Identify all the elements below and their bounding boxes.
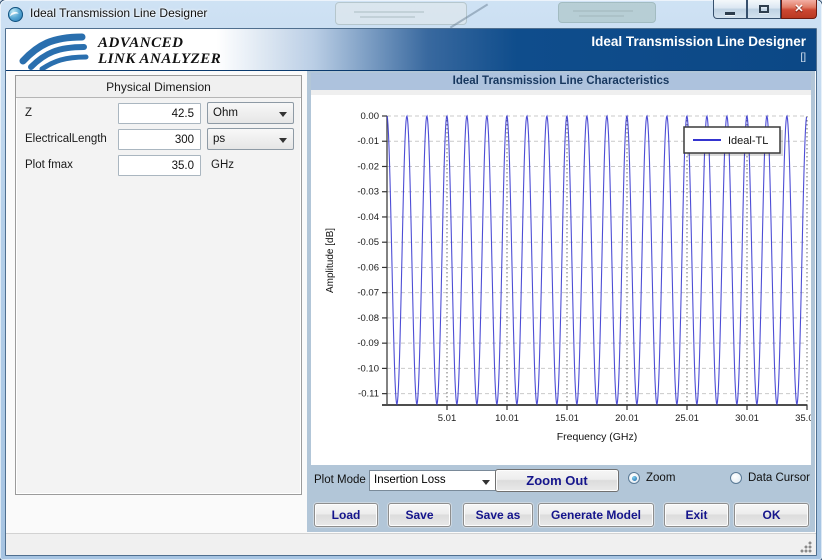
electrical-length-unit-value: ps xyxy=(213,133,225,145)
y-tick-label: -0.06 xyxy=(357,262,379,273)
load-button[interactable]: Load xyxy=(314,503,378,527)
plot-mode-combobox[interactable]: Insertion Loss xyxy=(369,470,497,491)
brand-name: ADVANCED LINK ANALYZER xyxy=(98,35,221,67)
wave-logo-icon xyxy=(18,32,90,70)
plot-mode-row: Plot Mode Insertion Loss Zoom Out Zoom D… xyxy=(307,469,815,495)
brand-line1: ADVANCED xyxy=(98,35,221,51)
y-tick-label: -0.01 xyxy=(357,136,379,147)
chart-panel: Ideal Transmission Line Characteristics … xyxy=(307,71,815,532)
y-tick-label: -0.07 xyxy=(357,288,379,299)
actions-row: Load Save Save as Generate Model Exit OK xyxy=(307,503,815,529)
minimize-button[interactable] xyxy=(713,0,747,19)
param-row-electrical-length: ElectricalLength ps xyxy=(16,129,301,153)
background-bleed-shape xyxy=(335,2,467,25)
data-cursor-radio[interactable]: Data Cursor xyxy=(730,472,810,484)
x-tick-label: 5.01 xyxy=(438,413,457,424)
z-label: Z xyxy=(25,107,32,119)
status-bar xyxy=(6,533,816,556)
groupbox-caption: Physical Dimension xyxy=(16,76,301,98)
z-input[interactable] xyxy=(118,103,201,124)
y-tick-label: -0.05 xyxy=(357,237,379,248)
minimize-icon xyxy=(725,12,735,15)
radio-icon[interactable] xyxy=(628,472,640,484)
chevron-down-icon xyxy=(279,112,287,117)
generate-model-button[interactable]: Generate Model xyxy=(538,503,654,527)
plot-mode-label: Plot Mode xyxy=(314,474,366,486)
exit-button[interactable]: Exit xyxy=(664,503,729,527)
plot-fmax-unit-label: GHz xyxy=(211,159,234,171)
electrical-length-label: ElectricalLength xyxy=(25,133,107,145)
app-window: Ideal Transmission Line Designer ✕ ADVAN… xyxy=(0,0,822,560)
zoom-radio-label: Zoom xyxy=(646,472,675,484)
header-brackets: [] xyxy=(591,52,806,63)
zoom-radio[interactable]: Zoom xyxy=(628,472,675,484)
z-unit-value: Ohm xyxy=(213,107,238,119)
physical-dimension-groupbox: Physical Dimension Z Ohm ElectricalLengt… xyxy=(15,75,302,495)
maximize-icon xyxy=(759,5,769,13)
radio-icon[interactable] xyxy=(730,472,742,484)
window-title: Ideal Transmission Line Designer xyxy=(30,6,207,20)
x-tick-label: 10.01 xyxy=(495,413,519,424)
titlebar[interactable]: Ideal Transmission Line Designer ✕ xyxy=(0,0,822,28)
save-button[interactable]: Save xyxy=(388,503,451,527)
zoom-out-button[interactable]: Zoom Out xyxy=(495,469,619,492)
client-area: ADVANCED LINK ANALYZER Ideal Transmissio… xyxy=(5,28,817,556)
y-tick-label: -0.11 xyxy=(358,389,379,400)
save-as-button[interactable]: Save as xyxy=(463,503,533,527)
parameters-column: Physical Dimension Z Ohm ElectricalLengt… xyxy=(7,71,307,533)
z-unit-combobox[interactable]: Ohm xyxy=(207,102,294,124)
close-button[interactable]: ✕ xyxy=(781,0,817,19)
x-tick-label: 20.01 xyxy=(615,413,639,424)
electrical-length-unit-combobox[interactable]: ps xyxy=(207,128,294,150)
brand-logo: ADVANCED LINK ANALYZER xyxy=(18,32,221,70)
x-tick-label: 25.01 xyxy=(675,413,699,424)
plot-mode-value: Insertion Loss xyxy=(374,474,446,486)
y-tick-label: 0.00 xyxy=(361,111,380,122)
x-tick-label: 30.01 xyxy=(735,413,759,424)
app-icon xyxy=(8,7,23,22)
chevron-down-icon xyxy=(279,138,287,143)
x-tick-label: 15.01 xyxy=(555,413,579,424)
maximize-button[interactable] xyxy=(747,0,781,19)
y-axis-label: Amplitude [dB] xyxy=(325,228,336,293)
chart-plot[interactable]: 0.00 -0.01 -0.02 -0.03 -0.04 -0.05 -0.06 -0.07 -… xyxy=(311,95,811,465)
resize-grip-icon[interactable] xyxy=(800,541,812,553)
page-title: Ideal Transmission Line Designer xyxy=(591,34,806,49)
x-tick-label: 35.01 xyxy=(795,413,811,424)
brand-line2: LINK ANALYZER xyxy=(98,51,221,67)
caption-buttons: ✕ xyxy=(713,0,817,19)
chevron-down-icon xyxy=(482,480,490,485)
series-ideal-tl xyxy=(387,116,807,404)
y-tick-label: -0.02 xyxy=(357,161,379,172)
y-tick-label: -0.04 xyxy=(357,212,379,223)
y-tick-label: -0.10 xyxy=(357,363,379,374)
plot-fmax-input[interactable] xyxy=(118,155,201,176)
x-axis-label: Frequency (GHz) xyxy=(557,431,638,443)
y-tick-label: -0.03 xyxy=(357,187,379,198)
chart-widget: Ideal Transmission Line Characteristics … xyxy=(311,73,811,465)
data-cursor-radio-label: Data Cursor xyxy=(748,472,810,484)
param-row-plot-fmax: Plot fmax GHz xyxy=(16,155,301,179)
y-tick-label: -0.09 xyxy=(357,338,379,349)
plot-fmax-label: Plot fmax xyxy=(25,159,73,171)
header-band: ADVANCED LINK ANALYZER Ideal Transmissio… xyxy=(6,29,816,71)
ok-button[interactable]: OK xyxy=(734,503,809,527)
background-bleed-shape xyxy=(558,2,656,23)
chart-title: Ideal Transmission Line Characteristics xyxy=(311,73,811,90)
y-tick-label: -0.08 xyxy=(357,313,379,324)
electrical-length-input[interactable] xyxy=(118,129,201,150)
param-row-z: Z Ohm xyxy=(16,103,301,127)
legend-label: Ideal-TL xyxy=(728,135,768,147)
close-icon: ✕ xyxy=(794,4,803,15)
